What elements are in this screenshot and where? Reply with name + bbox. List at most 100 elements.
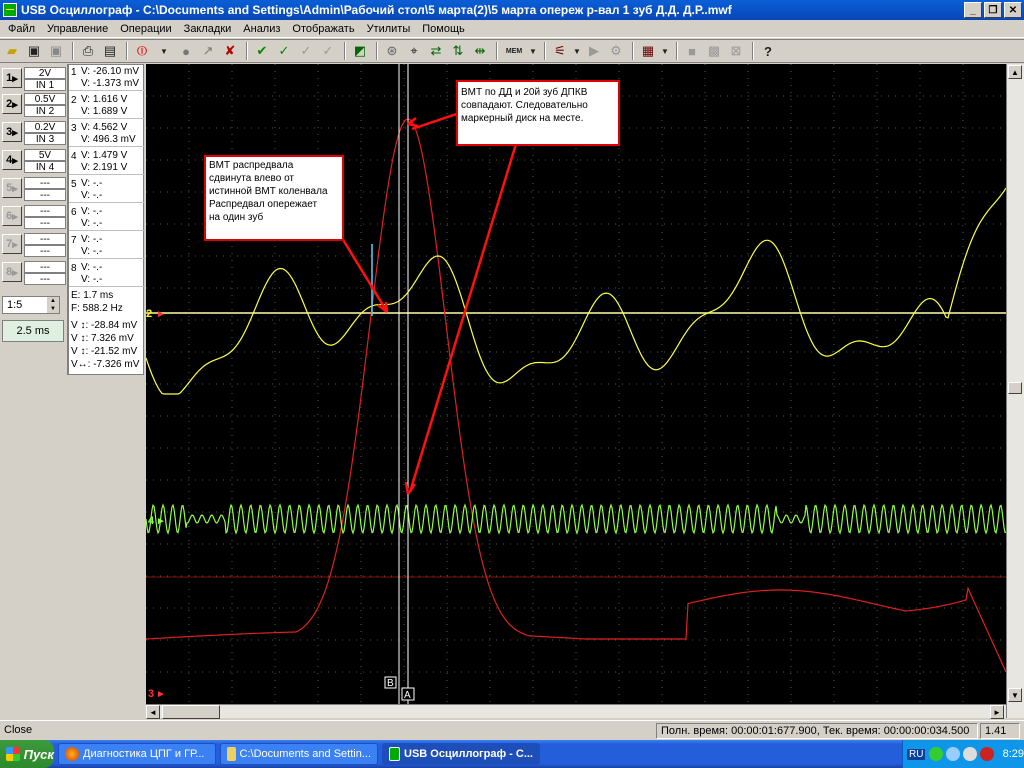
channel-3-input[interactable]: IN 3	[24, 133, 66, 145]
maximize-button[interactable]: ❐	[984, 2, 1002, 18]
channel-8-button[interactable]: 8 ▸	[2, 262, 22, 282]
open-folder-icon[interactable]: ▰	[2, 41, 22, 61]
marker-arrows-icon[interactable]: ⇄	[426, 41, 446, 61]
channel-2-volts[interactable]: 0.5V	[24, 93, 66, 105]
menu-display[interactable]: Отображать	[286, 23, 360, 35]
marker-horizontal-icon[interactable]: ⇹	[470, 41, 490, 61]
channel-5-button[interactable]: 5 ▸	[2, 178, 22, 198]
check-icon[interactable]: ✔	[252, 41, 272, 61]
toolbar-separator	[632, 42, 634, 60]
menu-control[interactable]: Управление	[41, 23, 114, 35]
window-title: USB Осциллограф - C:\Documents and Setti…	[21, 3, 732, 17]
toolbar-separator	[344, 42, 346, 60]
timebase-display[interactable]: 2.5 ms	[2, 320, 64, 342]
display-mode-icon[interactable]: ◩	[350, 41, 370, 61]
scroll-up-icon[interactable]: ▲	[1008, 65, 1022, 79]
ratio-spinner[interactable]: 1:5 ▲ ▼	[2, 296, 60, 314]
dropdown-arrow-icon[interactable]: ▼	[154, 41, 174, 61]
network-icon[interactable]	[946, 747, 961, 761]
horizontal-scrollbar[interactable]: ◄ ►	[146, 704, 1006, 719]
scroll-right-icon[interactable]: ►	[990, 705, 1004, 719]
channel-7-button[interactable]: 7 ▸	[2, 234, 22, 254]
menu-bookmarks[interactable]: Закладки	[178, 23, 238, 35]
channel-1-button[interactable]: 1 ▸	[2, 68, 22, 88]
help-icon[interactable]: ?	[758, 41, 778, 61]
spinner-down-icon[interactable]: ▼	[47, 305, 59, 313]
dropdown-arrow-icon[interactable]: ▼	[528, 41, 538, 61]
channel-6-volts[interactable]: ---	[24, 205, 66, 217]
status-zoom: 1.41	[980, 722, 1020, 739]
scroll-thumb[interactable]	[1008, 382, 1022, 394]
record-icon[interactable]: ●	[176, 41, 196, 61]
stop-icon[interactable]: ⏼	[132, 41, 152, 61]
channel-2-marker-label: 2	[146, 308, 152, 320]
volume-icon[interactable]	[963, 747, 977, 761]
filter-settings-icon[interactable]: ⚙	[606, 41, 626, 61]
reading-a: V: 1.616 V	[81, 94, 128, 105]
oscilloscope-plot[interactable]: 2 ► 4 ► 3 ► B A ВМТ распредвала сдвинута…	[146, 64, 1006, 704]
antivirus-icon[interactable]	[979, 747, 994, 761]
save-icon[interactable]: ▣	[24, 41, 44, 61]
close-button[interactable]: ✕	[1004, 2, 1022, 18]
taskbar-item-firefox[interactable]: Диагностика ЦПГ и ГР...	[58, 743, 216, 765]
channel-6-button[interactable]: 6 ▸	[2, 206, 22, 226]
spinner-up-icon[interactable]: ▲	[47, 297, 59, 305]
dropdown-arrow-icon[interactable]: ▼	[572, 41, 582, 61]
grid-alt-icon[interactable]: ▩	[704, 41, 724, 61]
filter-play-icon[interactable]: ▶	[584, 41, 604, 61]
channel-3-button[interactable]: 3 ▸	[2, 122, 22, 142]
dropdown-arrow-icon[interactable]: ▼	[660, 41, 670, 61]
channel-4-input[interactable]: IN 4	[24, 161, 66, 173]
toolbar-separator	[246, 42, 248, 60]
print-icon[interactable]: ⎙	[78, 41, 98, 61]
channel-7-volts[interactable]: ---	[24, 233, 66, 245]
memory-button[interactable]: MEM	[502, 41, 526, 61]
scroll-left-icon[interactable]: ◄	[146, 705, 160, 719]
menu-help[interactable]: Помощь	[416, 23, 471, 35]
channel-1-input[interactable]: IN 1	[24, 79, 66, 91]
channel-7-input[interactable]: ---	[24, 245, 66, 257]
channel-4-volts[interactable]: 5V	[24, 149, 66, 161]
scroll-down-icon[interactable]: ▼	[1008, 688, 1022, 702]
language-indicator[interactable]: RU	[907, 748, 926, 760]
print-preview-icon[interactable]: ▤	[100, 41, 120, 61]
menu-operations[interactable]: Операции	[114, 23, 177, 35]
channel-8-input[interactable]: ---	[24, 273, 66, 285]
start-button[interactable]: Пуск	[0, 740, 54, 768]
menu-file[interactable]: Файл	[2, 23, 41, 35]
filter-icon[interactable]: ⚟	[550, 41, 570, 61]
channel-5-volts[interactable]: ---	[24, 177, 66, 189]
channel-6-input[interactable]: ---	[24, 217, 66, 229]
callout-left-line: сдвинута влево от	[209, 173, 295, 184]
check-all-icon[interactable]: ✓	[318, 41, 338, 61]
grid-icon[interactable]: ■	[682, 41, 702, 61]
channel-2-button[interactable]: 2 ▸	[2, 94, 22, 114]
channel-3-volts[interactable]: 0.2V	[24, 121, 66, 133]
scroll-thumb[interactable]	[162, 705, 220, 719]
grid-off-icon[interactable]: ⊠	[726, 41, 746, 61]
channel-8-volts[interactable]: ---	[24, 261, 66, 273]
channel-4-button[interactable]: 4 ▸	[2, 150, 22, 170]
menu-utilities[interactable]: Утилиты	[361, 23, 417, 35]
channel-2-input[interactable]: IN 2	[24, 105, 66, 117]
spectrum-icon[interactable]: ▦	[638, 41, 658, 61]
menu-analysis[interactable]: Анализ	[237, 23, 286, 35]
channel-1-volts[interactable]: 2V	[24, 67, 66, 79]
marker-vertical-icon[interactable]: ⇅	[448, 41, 468, 61]
taskbar-item-explorer[interactable]: C:\Documents and Settin...	[220, 743, 378, 765]
save-as-icon[interactable]: ▣	[46, 41, 66, 61]
check-double-icon[interactable]: ✓	[296, 41, 316, 61]
step-icon[interactable]: ↗	[198, 41, 218, 61]
clear-icon[interactable]: ✘	[220, 41, 240, 61]
cursor-icon[interactable]: ⌖	[404, 41, 424, 61]
toolbar-separator	[72, 42, 74, 60]
callout-right-arrow-down	[408, 143, 518, 493]
vertical-scrollbar[interactable]: ▲ ▼	[1006, 64, 1024, 718]
taskbar-item-oscilloscope[interactable]: USB Осциллограф - С...	[382, 743, 540, 765]
minimize-button[interactable]: _	[964, 2, 982, 18]
reading-num: 1	[71, 67, 77, 78]
check-marker-icon[interactable]: ✓	[274, 41, 294, 61]
security-icon[interactable]	[929, 747, 944, 761]
zoom-icon[interactable]: ⊛	[382, 41, 402, 61]
channel-5-input[interactable]: ---	[24, 189, 66, 201]
